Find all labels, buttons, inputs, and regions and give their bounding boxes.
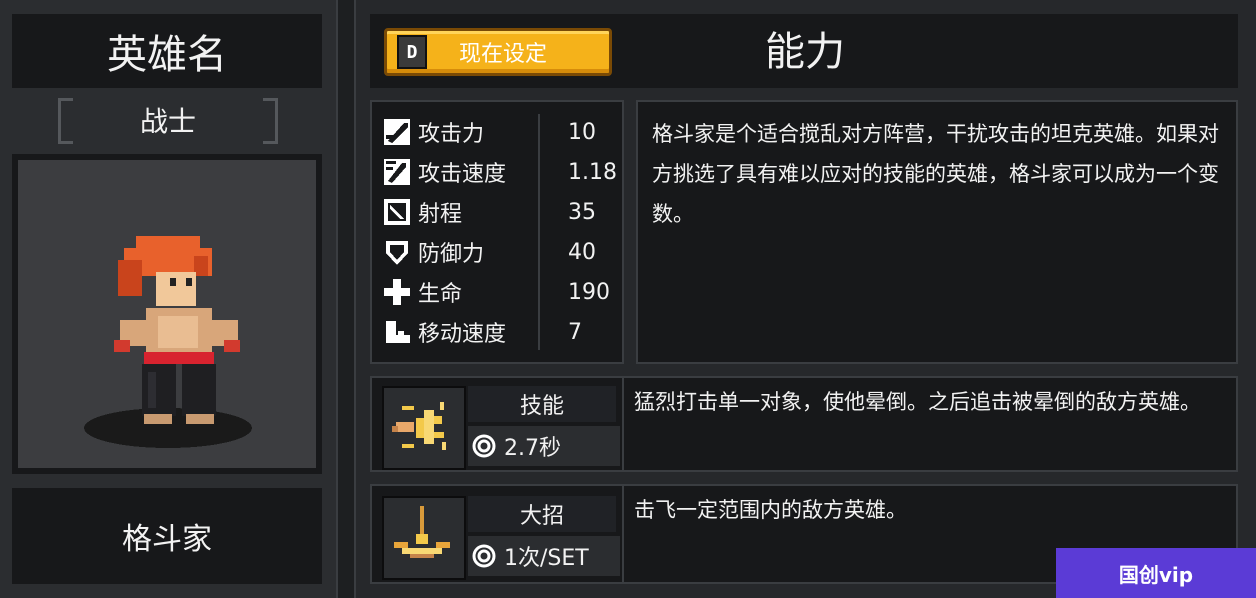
skill-cooldown: 2.7秒: [468, 426, 620, 466]
stat-label: 移动速度: [418, 322, 507, 347]
set-now-button[interactable]: D 现在设定: [384, 28, 612, 76]
skill-icon[interactable]: [382, 386, 466, 470]
ultimate-title: 大招: [468, 496, 616, 532]
skill-panel: 技能 2.7秒 猛烈打击单一对象，使他晕倒。之后追击被晕倒的敌方英雄。: [370, 376, 1238, 472]
stat-value: 7: [568, 319, 582, 345]
stat-row-attack-speed: 攻击速度 1.18: [382, 152, 618, 192]
ultimate-cooldown: 1次/SET: [468, 536, 620, 576]
skill-description: 猛烈打击单一对象，使他晕倒。之后追击被晕倒的敌方英雄。: [634, 390, 1201, 414]
set-now-label: 现在设定: [458, 42, 547, 67]
stat-label: 攻击力: [418, 122, 485, 147]
hero-class-label: 战士: [139, 105, 196, 138]
hero-class: 战士: [58, 98, 278, 144]
ability-title: 能力: [765, 29, 845, 75]
attack-speed-icon: [384, 159, 410, 185]
hero-portrait: [12, 154, 322, 474]
watermark-text: 国创vip: [1118, 562, 1194, 587]
stat-row-health: 生命 190: [382, 272, 618, 312]
stat-value: 35: [568, 199, 596, 225]
right-bracket: [263, 98, 278, 144]
cooldown-icon: [472, 544, 496, 568]
stat-row-defense: 防御力 40: [382, 232, 618, 272]
cooldown-icon: [472, 434, 496, 458]
stat-row-range: 射程 35: [382, 192, 618, 232]
stat-label: 射程: [418, 202, 463, 227]
shield-icon: [386, 241, 408, 265]
skill-title: 技能: [468, 386, 616, 422]
hero-name: 格斗家: [12, 488, 322, 584]
hero-name-heading: 英雄名: [12, 14, 322, 88]
column-divider: [336, 0, 356, 598]
stat-row-attack: 攻击力 10: [382, 112, 618, 152]
sword-icon: [384, 119, 410, 145]
ultimate-description: 击飞一定范围内的敌方英雄。: [634, 498, 907, 522]
stat-value: 1.18: [568, 159, 617, 185]
fighter-sprite: [84, 236, 252, 448]
stat-row-move-speed: 移动速度 7: [382, 312, 618, 352]
ultimate-cooldown-value: 1次/SET: [504, 546, 589, 571]
stat-value: 40: [568, 239, 596, 265]
stats-divider: [538, 114, 540, 350]
stat-label: 防御力: [418, 242, 485, 267]
skill-divider: [622, 378, 624, 470]
watermark-logo: 国创vip: [1056, 548, 1256, 598]
d-key-icon: D: [397, 35, 427, 69]
stat-value: 190: [568, 279, 610, 305]
boot-icon: [386, 321, 410, 343]
stats-panel: 攻击力 10 攻击速度 1.18 射程 35 防御力 40 生命 190 移动速…: [370, 100, 624, 364]
range-icon: [384, 199, 410, 225]
stat-label: 攻击速度: [418, 162, 507, 187]
health-cross-icon: [384, 279, 410, 305]
left-bracket: [58, 98, 73, 144]
skill-cooldown-value: 2.7秒: [504, 436, 561, 461]
ultimate-icon[interactable]: [382, 496, 466, 580]
hero-description: 格斗家是个适合搅乱对方阵营，干扰攻击的坦克英雄。如果对方挑选了具有难以应对的技能…: [636, 100, 1238, 364]
stat-value: 10: [568, 119, 596, 145]
stat-label: 生命: [418, 282, 463, 307]
ultimate-divider: [622, 486, 624, 582]
